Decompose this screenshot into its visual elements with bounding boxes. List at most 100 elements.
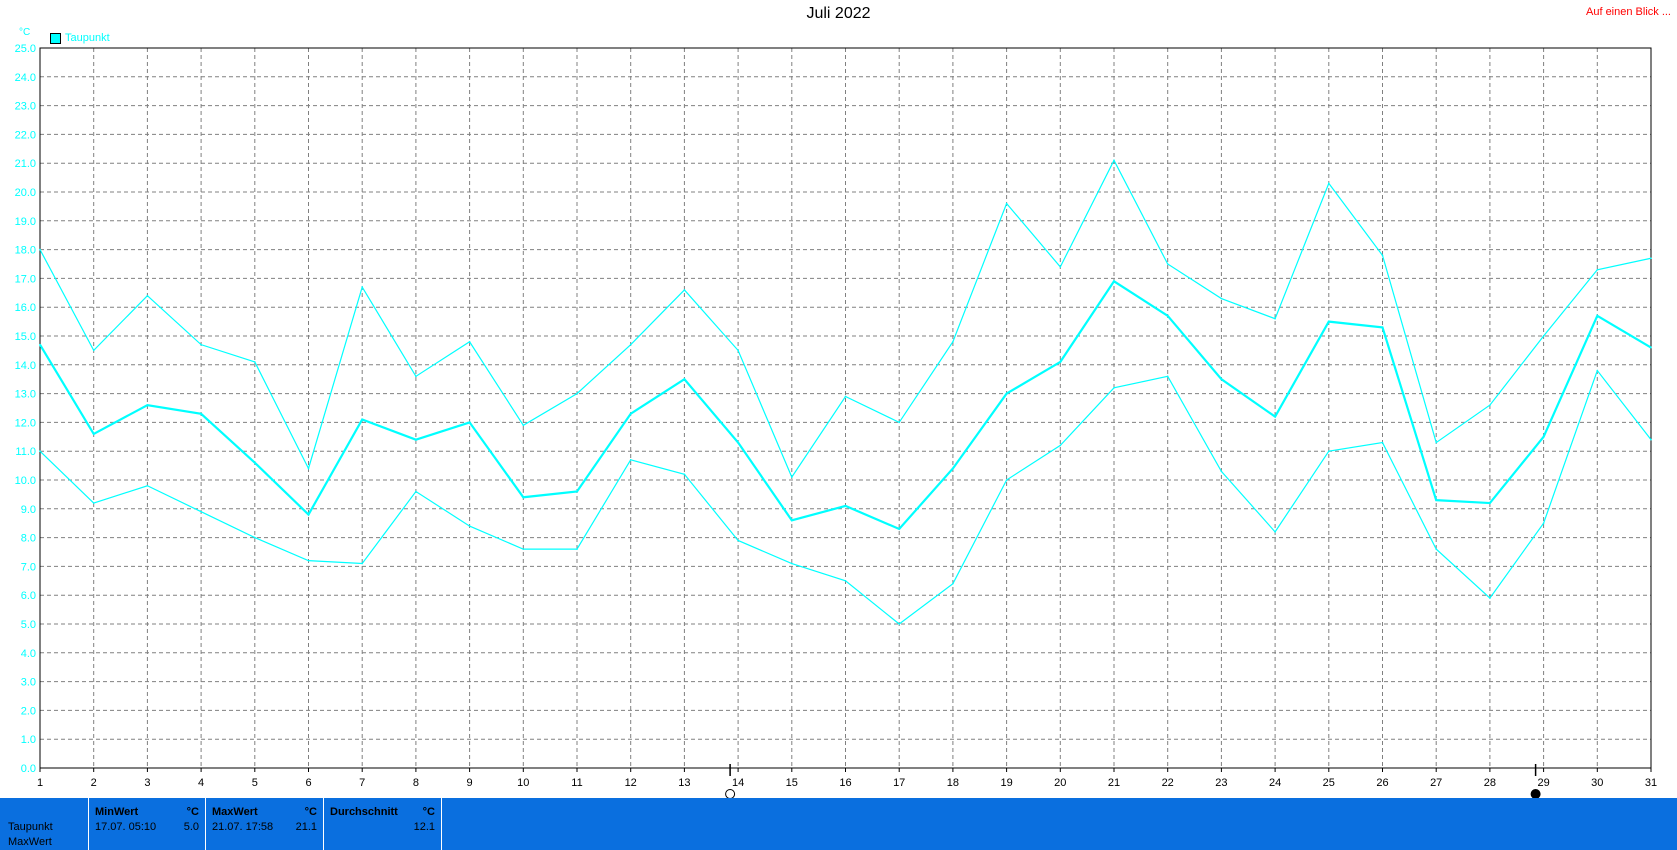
data-point-mean (791, 519, 793, 522)
data-point-min (200, 510, 202, 513)
data-point-mean (146, 404, 149, 406)
data-point-min (1059, 444, 1062, 447)
data-point-max (468, 340, 471, 343)
data-point-mean (307, 513, 310, 516)
x-tick-label: 9 (467, 777, 473, 789)
y-tick-label: 23.0 (15, 101, 36, 113)
x-tick-label: 4 (198, 777, 204, 789)
data-point-min (1381, 441, 1384, 444)
x-tick-label: 14 (732, 777, 744, 789)
x-tick-label: 15 (786, 777, 798, 789)
data-point-min (1220, 470, 1223, 473)
data-point-max (576, 392, 578, 395)
stats-max-time: 21.07. 17:58 (212, 821, 274, 833)
y-tick-label: 7.0 (21, 561, 36, 573)
data-point-max (1274, 317, 1276, 320)
data-point-max (683, 289, 686, 291)
stats-min-header: MinWert (95, 806, 139, 818)
y-tick-label: 11.0 (15, 446, 36, 458)
x-tick-label: 26 (1376, 777, 1388, 789)
data-point-mean (1274, 415, 1276, 418)
data-point-mean (1166, 315, 1169, 317)
x-tick-label: 23 (1215, 777, 1227, 789)
x-tick-label: 22 (1162, 777, 1174, 789)
data-point-mean (898, 528, 900, 530)
x-tick-label: 28 (1484, 777, 1496, 789)
x-tick-label: 30 (1591, 777, 1603, 789)
y-tick-label: 20.0 (15, 187, 36, 199)
y-tick-label: 25.0 (15, 43, 36, 55)
data-point-mean (1489, 502, 1491, 504)
data-point-min (1489, 597, 1491, 599)
x-tick-label: 5 (252, 777, 258, 789)
data-point-max (200, 343, 202, 346)
data-point-min (361, 562, 364, 565)
y-tick-label: 6.0 (21, 590, 36, 602)
stats-min-unit: °C (186, 806, 199, 818)
data-point-min (39, 450, 41, 453)
stats-row-labels: Taupunkt MaxWert (8, 820, 53, 850)
stats-max-header: MaxWert (212, 806, 258, 818)
data-point-min (737, 539, 739, 542)
y-tick-label: 14.0 (15, 360, 36, 372)
y-tick-label: 18.0 (15, 245, 36, 257)
data-point-mean (1220, 378, 1223, 381)
x-tick-label: 24 (1269, 777, 1281, 789)
data-point-mean (1113, 280, 1115, 283)
data-point-min (576, 548, 578, 550)
data-point-max (791, 476, 793, 478)
y-tick-label: 22.0 (15, 129, 36, 141)
y-tick-label: 9.0 (21, 504, 36, 516)
data-point-max (146, 294, 149, 297)
data-point-min (629, 459, 632, 461)
data-point-max (92, 349, 95, 352)
y-tick-label: 10.0 (15, 475, 36, 487)
x-tick-label: 3 (144, 777, 150, 789)
data-point-mean (254, 461, 256, 464)
data-point-max (307, 467, 310, 470)
data-point-max (737, 349, 739, 352)
y-tick-label: 19.0 (15, 216, 36, 228)
data-point-max (1650, 257, 1652, 260)
data-point-mean (415, 438, 417, 441)
data-point-mean (1542, 436, 1545, 438)
y-tick-label: 1.0 (21, 734, 36, 746)
data-point-max (629, 343, 632, 346)
data-point-mean (1059, 361, 1062, 363)
data-point-mean (1596, 315, 1599, 317)
x-tick-label: 13 (678, 777, 690, 789)
data-point-mean (952, 467, 954, 470)
x-tick-label: 16 (839, 777, 851, 789)
data-point-mean (1381, 326, 1384, 329)
data-point-max (898, 421, 900, 424)
x-tick-label: 1 (37, 777, 43, 789)
y-tick-label: 13.0 (15, 389, 36, 401)
data-point-max (1489, 404, 1491, 406)
y-tick-label: 16.0 (15, 302, 36, 314)
stats-row-label: MaxWert (8, 836, 52, 848)
data-point-max (844, 395, 847, 398)
data-point-min (307, 559, 310, 562)
full-moon-icon (725, 789, 736, 798)
data-point-min (683, 473, 686, 476)
data-point-min (468, 525, 471, 527)
data-point-mean (844, 505, 847, 507)
stats-max-value: 21.1 (295, 821, 317, 833)
data-point-min (1166, 375, 1169, 378)
data-point-max (1059, 266, 1062, 268)
data-point-mean (200, 412, 202, 415)
data-point-max (1381, 254, 1384, 257)
data-point-min (1542, 522, 1545, 524)
data-point-mean (629, 412, 632, 415)
y-tick-label: 17.0 (15, 273, 36, 285)
y-tick-label: 24.0 (15, 72, 36, 84)
data-point-min (1005, 479, 1008, 481)
x-tick-label: 20 (1054, 777, 1066, 789)
stats-avg-value: 12.1 (413, 821, 435, 833)
data-point-min (146, 484, 149, 487)
x-tick-label: 7 (359, 777, 365, 789)
data-point-mean (361, 418, 364, 421)
x-tick-label: 19 (1000, 777, 1012, 789)
data-point-min (1435, 548, 1437, 550)
x-tick-label: 10 (517, 777, 529, 789)
